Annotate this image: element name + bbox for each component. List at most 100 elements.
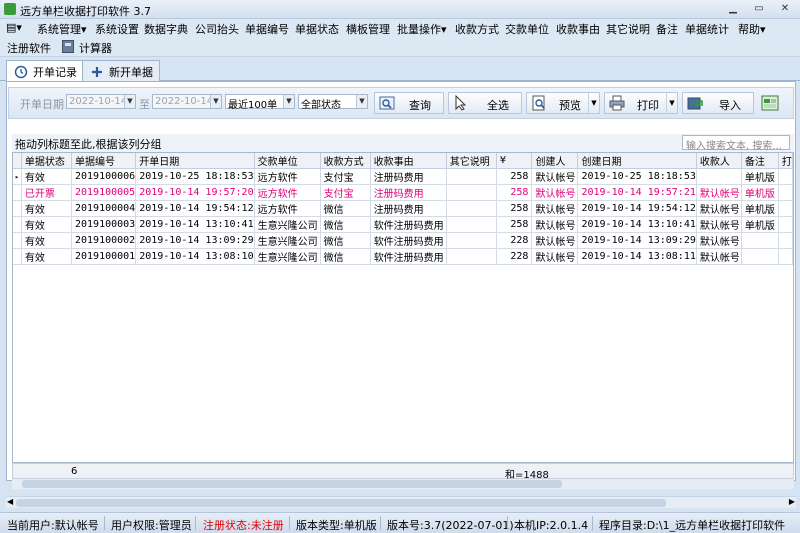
cell-print[interactable] (778, 248, 793, 265)
tab-records[interactable]: 开单记录 (6, 60, 84, 82)
tab-new-bill[interactable]: 新开单据 (82, 60, 160, 82)
cell-payer[interactable]: 远方软件 (254, 184, 321, 201)
cell-method[interactable]: 微信 (320, 200, 371, 217)
cell-created[interactable]: 2019-10-25 18:18:53 (577, 168, 697, 185)
cell-date[interactable]: 2019-10-14 19:57:20 (135, 184, 255, 201)
row-indicator[interactable] (13, 184, 22, 201)
menu-remark[interactable]: 备注 (656, 21, 678, 37)
print-button[interactable]: 打印 ▼ (604, 92, 678, 114)
cell-date[interactable]: 2019-10-14 19:54:12 (135, 200, 255, 217)
col-status[interactable]: 单据状态 (21, 153, 72, 169)
panel-horizontal-scrollbar[interactable]: ◀ ▶ (6, 496, 796, 508)
cell-date[interactable]: 2019-10-14 13:10:41 (135, 216, 255, 233)
cell-creator[interactable]: 默认帐号 (531, 200, 579, 217)
cell-creator[interactable]: 默认帐号 (531, 248, 579, 265)
cell-amount[interactable]: 228 (496, 248, 533, 265)
cell-receiver[interactable] (696, 168, 742, 185)
file-menu-icon[interactable]: ▤▾ (6, 21, 22, 34)
menu-payment-method[interactable]: 收款方式 (455, 21, 499, 37)
cell-created[interactable]: 2019-10-14 13:09:29 (577, 232, 697, 249)
scroll-left-icon[interactable]: ◀ (7, 497, 13, 506)
cell-reason[interactable]: 软件注册码费用 (370, 216, 447, 233)
menu-other-notes[interactable]: 其它说明 (606, 21, 650, 37)
table-row[interactable]: 有效 2019100003 2019-10-14 13:10:41 生意兴隆公司 微信软… (13, 216, 793, 233)
menu-bill-number[interactable]: 单据编号 (245, 21, 289, 37)
col-print[interactable]: 打 (778, 153, 793, 169)
cell-creator[interactable]: 默认帐号 (531, 168, 579, 185)
cell-date[interactable]: 2019-10-14 13:08:10 (135, 248, 255, 265)
cell-other[interactable] (446, 232, 497, 249)
chevron-down-icon[interactable]: ▼ (588, 93, 599, 113)
cell-remark[interactable] (741, 248, 779, 265)
table-row[interactable]: 有效 2019100004 2019-10-14 19:54:12 远方软件 微信 注册码… (13, 200, 793, 217)
cell-payer[interactable]: 远方软件 (254, 168, 321, 185)
count-filter-select[interactable]: 最近100单 ▼ (225, 94, 295, 111)
cell-no[interactable]: 2019100004 (71, 200, 137, 217)
cell-receiver[interactable]: 默认帐号 (696, 248, 742, 265)
cell-remark[interactable] (741, 232, 779, 249)
menu-reason[interactable]: 收款事由 (556, 21, 600, 37)
date-from-field[interactable]: 2022-10-14 ▼ (66, 94, 136, 109)
search-input[interactable]: 输入搜索文本, 搜索... (682, 135, 790, 152)
chevron-down-icon[interactable]: ▼ (356, 95, 367, 108)
chevron-down-icon[interactable]: ▼ (210, 95, 221, 108)
cell-receiver[interactable]: 默认帐号 (696, 232, 742, 249)
scroll-right-icon[interactable]: ▶ (789, 497, 795, 506)
date-to-field[interactable]: 2022-10-14 ▼ (152, 94, 222, 109)
cell-reason[interactable]: 软件注册码费用 (370, 232, 447, 249)
cell-status[interactable]: 有效 (21, 168, 72, 185)
cell-status[interactable]: 有效 (21, 232, 72, 249)
menu-calculator[interactable]: 计算器 (79, 40, 112, 56)
excel-export-icon[interactable] (760, 93, 780, 113)
cell-other[interactable] (446, 248, 497, 265)
col-method[interactable]: 收款方式 (320, 153, 371, 169)
col-creator[interactable]: 创建人 (531, 153, 579, 169)
cell-amount[interactable]: 258 (496, 168, 533, 185)
cell-other[interactable] (446, 200, 497, 217)
col-number[interactable]: 单据编号 (71, 153, 137, 169)
cell-creator[interactable]: 默认帐号 (531, 232, 579, 249)
scrollbar-thumb[interactable] (22, 480, 562, 488)
select-all-button[interactable]: 全选 (448, 92, 522, 114)
cell-print[interactable] (778, 200, 793, 217)
cell-receiver[interactable]: 默认帐号 (696, 200, 742, 217)
cell-no[interactable]: 2019100002 (71, 232, 137, 249)
status-filter-select[interactable]: 全部状态 ▼ (298, 94, 368, 111)
cell-status[interactable]: 有效 (21, 248, 72, 265)
cell-method[interactable]: 支付宝 (320, 168, 371, 185)
cell-status[interactable]: 有效 (21, 216, 72, 233)
cell-created[interactable]: 2019-10-14 13:10:41 (577, 216, 697, 233)
menu-payer[interactable]: 交款单位 (505, 21, 549, 37)
table-row[interactable]: ▸ 有效 2019100006 2019-10-25 18:18:53 远方软件 支付宝注… (13, 168, 793, 185)
menu-batch[interactable]: 批量操作▾ (397, 21, 447, 37)
menu-dictionary[interactable]: 数据字典 (144, 21, 188, 37)
maximize-button[interactable]: ▭ (748, 2, 770, 16)
cell-other[interactable] (446, 168, 497, 185)
chevron-down-icon[interactable]: ▼ (666, 93, 677, 113)
table-row[interactable]: 已开票 2019100005 2019-10-14 19:57:20 远方软件 支付宝注… (13, 184, 793, 201)
row-indicator[interactable] (13, 232, 22, 249)
menu-system[interactable]: 系统管理▾ (37, 21, 87, 37)
cell-no[interactable]: 2019100005 (71, 184, 137, 201)
cell-payer[interactable]: 生意兴隆公司 (254, 232, 321, 249)
table-row[interactable]: 有效 2019100002 2019-10-14 13:09:29 生意兴隆公司 微信软… (13, 232, 793, 249)
menu-template[interactable]: 横板管理 (346, 21, 390, 37)
table-row[interactable]: 有效 2019100001 2019-10-14 13:08:10 生意兴隆公司 微信软… (13, 248, 793, 265)
cell-remark[interactable]: 单机版 (741, 200, 779, 217)
cell-created[interactable]: 2019-10-14 19:54:12 (577, 200, 697, 217)
cell-date[interactable]: 2019-10-14 13:09:29 (135, 232, 255, 249)
preview-button[interactable]: 预览 ▼ (526, 92, 600, 114)
row-indicator[interactable] (13, 216, 22, 233)
scrollbar-thumb[interactable] (16, 499, 666, 507)
cell-payer[interactable]: 远方软件 (254, 200, 321, 217)
query-button[interactable]: 查询 (374, 92, 444, 114)
cell-date[interactable]: 2019-10-25 18:18:53 (135, 168, 255, 185)
cell-amount[interactable]: 258 (496, 216, 533, 233)
cell-method[interactable]: 微信 (320, 232, 371, 249)
col-date[interactable]: 开单日期 (135, 153, 255, 169)
cell-reason[interactable]: 注册码费用 (370, 184, 447, 201)
cell-status[interactable]: 有效 (21, 200, 72, 217)
cell-reason[interactable]: 软件注册码费用 (370, 248, 447, 265)
cell-amount[interactable]: 228 (496, 232, 533, 249)
cell-print[interactable] (778, 232, 793, 249)
